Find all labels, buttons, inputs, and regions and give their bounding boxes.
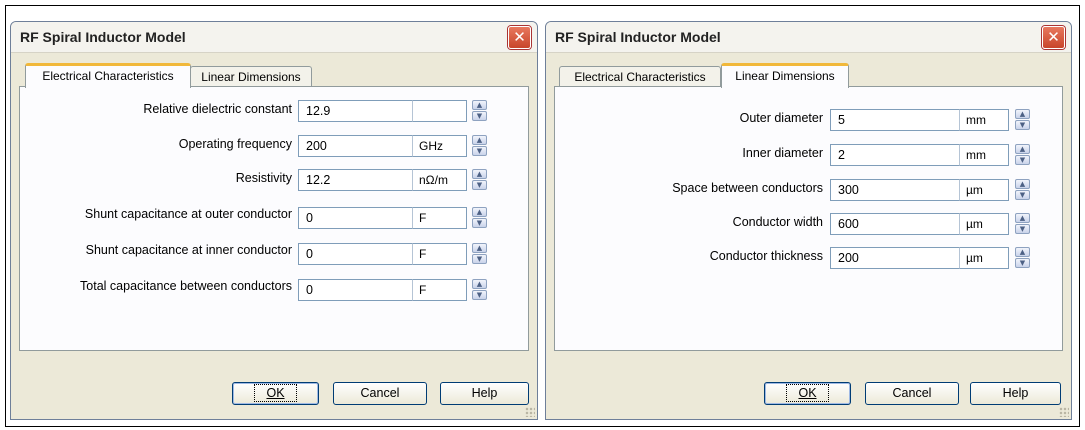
field-label: Conductor thickness bbox=[709, 249, 823, 263]
spin-up-icon[interactable]: ▲ bbox=[472, 169, 487, 179]
tab-electrical-characteristics[interactable]: Electrical Characteristics bbox=[559, 66, 721, 86]
spinner[interactable]: ▲ ▼ bbox=[1015, 247, 1030, 269]
ok-label: OK bbox=[266, 386, 285, 400]
value-input[interactable]: 200 bbox=[830, 247, 960, 269]
field-label: Outer diameter bbox=[739, 111, 823, 125]
spinner[interactable]: ▲ ▼ bbox=[472, 279, 487, 301]
tab-panel: Outer diameter 5 mm ▲ ▼ Inner diameter 2 … bbox=[554, 86, 1063, 351]
tab-strip: Electrical Characteristics Linear Dimens… bbox=[554, 63, 1063, 88]
unit-select[interactable]: F bbox=[412, 207, 467, 229]
spinner[interactable]: ▲ ▼ bbox=[1015, 144, 1030, 166]
spinner[interactable]: ▲ ▼ bbox=[472, 169, 487, 191]
unit-select[interactable]: F bbox=[412, 243, 467, 265]
value-input[interactable]: 5 bbox=[830, 109, 960, 131]
tab-panel: Relative dielectric constant 12.9 ▲ ▼ Ope… bbox=[19, 86, 529, 351]
field-label: Relative dielectric constant bbox=[143, 102, 292, 116]
spin-up-icon[interactable]: ▲ bbox=[1015, 109, 1030, 119]
value-input[interactable]: 0 bbox=[298, 243, 413, 265]
unit-select[interactable] bbox=[412, 100, 467, 122]
field-label: Inner diameter bbox=[742, 146, 823, 160]
unit-select[interactable]: F bbox=[412, 279, 467, 301]
cancel-button[interactable]: Cancel bbox=[333, 382, 427, 405]
field-label: Conductor width bbox=[732, 215, 823, 229]
dialog-electrical: RF Spiral Inductor Model ✕ Electrical Ch… bbox=[10, 21, 538, 420]
tab-electrical-characteristics[interactable]: Electrical Characteristics bbox=[25, 63, 191, 88]
spin-down-icon[interactable]: ▼ bbox=[1015, 120, 1030, 130]
title-bar[interactable]: RF Spiral Inductor Model ✕ bbox=[11, 22, 537, 53]
close-icon[interactable]: ✕ bbox=[508, 26, 531, 49]
value-input[interactable]: 12.9 bbox=[298, 100, 413, 122]
help-label: Help bbox=[1002, 386, 1029, 400]
unit-select[interactable]: µm bbox=[959, 213, 1009, 235]
spinner[interactable]: ▲ ▼ bbox=[472, 100, 487, 122]
tab-linear-dimensions[interactable]: Linear Dimensions bbox=[721, 63, 849, 88]
help-button[interactable]: Help bbox=[440, 382, 529, 405]
title-bar[interactable]: RF Spiral Inductor Model ✕ bbox=[546, 22, 1071, 53]
ok-button[interactable]: OK bbox=[232, 382, 319, 405]
value-input[interactable]: 12.2 bbox=[298, 169, 413, 191]
help-label: Help bbox=[471, 386, 498, 400]
value-input[interactable]: 0 bbox=[298, 207, 413, 229]
field-label: Operating frequency bbox=[178, 137, 292, 151]
spin-down-icon[interactable]: ▼ bbox=[472, 218, 487, 228]
spinner[interactable]: ▲ ▼ bbox=[1015, 213, 1030, 235]
cancel-label: Cancel bbox=[892, 386, 932, 400]
spin-down-icon[interactable]: ▼ bbox=[472, 180, 487, 190]
dialog-linear: RF Spiral Inductor Model ✕ Electrical Ch… bbox=[545, 21, 1072, 420]
unit-select[interactable]: mm bbox=[959, 144, 1009, 166]
spin-down-icon[interactable]: ▼ bbox=[1015, 224, 1030, 234]
unit-select[interactable]: µm bbox=[959, 247, 1009, 269]
spin-up-icon[interactable]: ▲ bbox=[1015, 179, 1030, 189]
dialog-title: RF Spiral Inductor Model bbox=[555, 29, 721, 45]
spin-down-icon[interactable]: ▼ bbox=[472, 290, 487, 300]
field-label: Total capacitance between conductors bbox=[80, 279, 292, 293]
value-input[interactable]: 0 bbox=[298, 279, 413, 301]
unit-select[interactable]: mm bbox=[959, 109, 1009, 131]
close-icon[interactable]: ✕ bbox=[1042, 26, 1065, 49]
ok-label: OK bbox=[798, 386, 817, 400]
spin-down-icon[interactable]: ▼ bbox=[1015, 258, 1030, 268]
value-input[interactable]: 2 bbox=[830, 144, 960, 166]
field-label: Shunt capacitance at outer conductor bbox=[84, 207, 292, 221]
spin-up-icon[interactable]: ▲ bbox=[1015, 247, 1030, 257]
spinner[interactable]: ▲ ▼ bbox=[472, 135, 487, 157]
value-input[interactable]: 600 bbox=[830, 213, 960, 235]
spinner[interactable]: ▲ ▼ bbox=[472, 207, 487, 229]
resize-grip-icon[interactable] bbox=[1059, 407, 1069, 417]
field-label: Resistivity bbox=[235, 171, 292, 185]
spin-up-icon[interactable]: ▲ bbox=[472, 243, 487, 253]
help-button[interactable]: Help bbox=[970, 382, 1061, 405]
spin-down-icon[interactable]: ▼ bbox=[472, 111, 487, 121]
spin-up-icon[interactable]: ▲ bbox=[1015, 213, 1030, 223]
cancel-button[interactable]: Cancel bbox=[865, 382, 959, 405]
spin-up-icon[interactable]: ▲ bbox=[472, 135, 487, 145]
spin-down-icon[interactable]: ▼ bbox=[472, 146, 487, 156]
unit-select[interactable]: nΩ/m bbox=[412, 169, 467, 191]
spin-up-icon[interactable]: ▲ bbox=[472, 207, 487, 217]
dialog-title: RF Spiral Inductor Model bbox=[20, 29, 186, 45]
spinner[interactable]: ▲ ▼ bbox=[1015, 109, 1030, 131]
field-label: Shunt capacitance at inner conductor bbox=[85, 243, 292, 257]
spin-up-icon[interactable]: ▲ bbox=[1015, 144, 1030, 154]
value-input[interactable]: 300 bbox=[830, 179, 960, 201]
spin-up-icon[interactable]: ▲ bbox=[472, 279, 487, 289]
spinner[interactable]: ▲ ▼ bbox=[1015, 179, 1030, 201]
ok-button[interactable]: OK bbox=[764, 382, 851, 405]
field-label: Space between conductors bbox=[672, 181, 823, 195]
spin-down-icon[interactable]: ▼ bbox=[1015, 190, 1030, 200]
spin-up-icon[interactable]: ▲ bbox=[472, 100, 487, 110]
resize-grip-icon[interactable] bbox=[525, 407, 535, 417]
spin-down-icon[interactable]: ▼ bbox=[1015, 155, 1030, 165]
tab-strip: Electrical Characteristics Linear Dimens… bbox=[19, 63, 529, 88]
unit-select[interactable]: µm bbox=[959, 179, 1009, 201]
cancel-label: Cancel bbox=[360, 386, 400, 400]
spin-down-icon[interactable]: ▼ bbox=[472, 254, 487, 264]
value-input[interactable]: 200 bbox=[298, 135, 413, 157]
tab-linear-dimensions[interactable]: Linear Dimensions bbox=[190, 66, 312, 86]
spinner[interactable]: ▲ ▼ bbox=[472, 243, 487, 265]
unit-select[interactable]: GHz bbox=[412, 135, 467, 157]
